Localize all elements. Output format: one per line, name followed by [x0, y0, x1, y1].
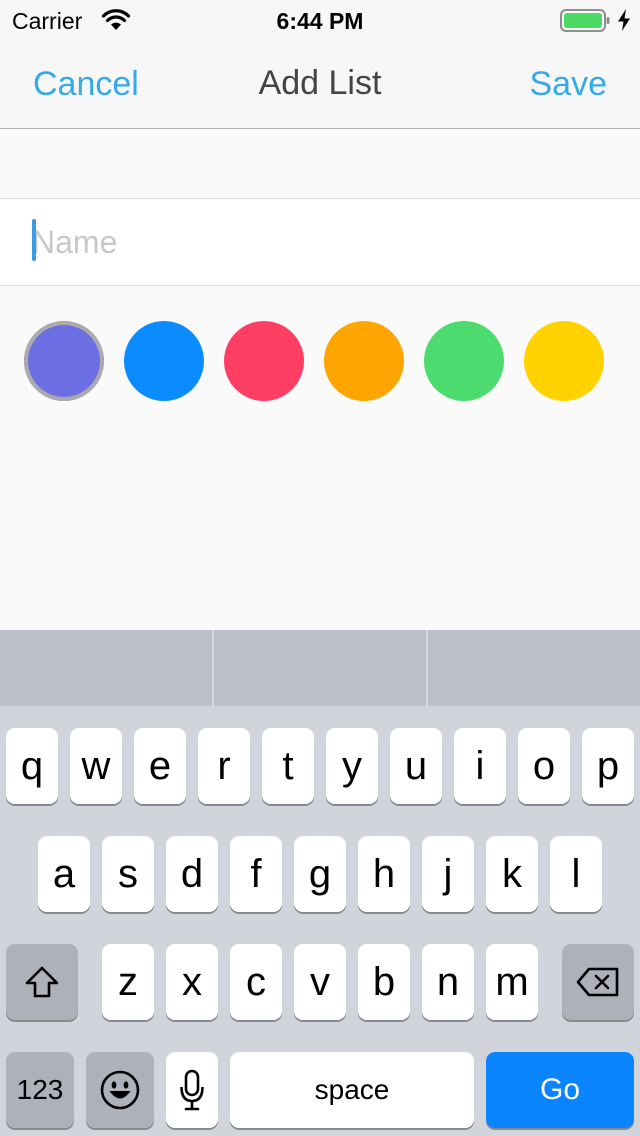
key-q[interactable]: q: [6, 728, 58, 804]
text-cursor: [32, 219, 36, 261]
numbers-key[interactable]: 123: [6, 1052, 74, 1128]
key-t[interactable]: t: [262, 728, 314, 804]
key-k[interactable]: k: [486, 836, 538, 912]
name-field-row: [0, 198, 640, 286]
key-b[interactable]: b: [358, 944, 410, 1020]
color-swatch-purple[interactable]: [24, 321, 104, 401]
predictive-text-bar: [0, 630, 640, 706]
key-z[interactable]: z: [102, 944, 154, 1020]
key-o[interactable]: o: [518, 728, 570, 804]
shift-key[interactable]: [6, 944, 78, 1020]
key-i[interactable]: i: [454, 728, 506, 804]
keyboard: qwertyuiop asdfghjkl zxcvbnm 123 space G…: [0, 706, 640, 1136]
emoji-icon: [100, 1070, 140, 1110]
microphone-key[interactable]: [166, 1052, 218, 1128]
status-bar: Carrier 6:44 PM: [0, 0, 640, 40]
key-s[interactable]: s: [102, 836, 154, 912]
space-key[interactable]: space: [230, 1052, 474, 1128]
key-d[interactable]: d: [166, 836, 218, 912]
key-r[interactable]: r: [198, 728, 250, 804]
color-swatch-red[interactable]: [224, 321, 304, 401]
navigation-bar: Cancel Add List Save: [0, 40, 640, 129]
color-swatch-yellow[interactable]: [524, 321, 604, 401]
key-j[interactable]: j: [422, 836, 474, 912]
microphone-icon: [180, 1069, 204, 1111]
key-c[interactable]: c: [230, 944, 282, 1020]
delete-key[interactable]: [562, 944, 634, 1020]
key-p[interactable]: p: [582, 728, 634, 804]
key-e[interactable]: e: [134, 728, 186, 804]
color-swatch-orange[interactable]: [324, 321, 404, 401]
key-g[interactable]: g: [294, 836, 346, 912]
key-f[interactable]: f: [230, 836, 282, 912]
charging-bolt-icon: [618, 9, 630, 31]
key-x[interactable]: x: [166, 944, 218, 1020]
emoji-key[interactable]: [86, 1052, 154, 1128]
key-u[interactable]: u: [390, 728, 442, 804]
key-v[interactable]: v: [294, 944, 346, 1020]
color-swatch-green[interactable]: [424, 321, 504, 401]
color-swatch-blue[interactable]: [124, 321, 204, 401]
key-n[interactable]: n: [422, 944, 474, 1020]
battery-icon: [560, 9, 610, 32]
go-key[interactable]: Go: [486, 1052, 634, 1128]
delete-icon: [576, 967, 619, 997]
key-a[interactable]: a: [38, 836, 90, 912]
key-w[interactable]: w: [70, 728, 122, 804]
key-l[interactable]: l: [550, 836, 602, 912]
name-input[interactable]: [32, 219, 612, 265]
key-h[interactable]: h: [358, 836, 410, 912]
status-time: 6:44 PM: [276, 8, 364, 34]
key-y[interactable]: y: [326, 728, 378, 804]
shift-icon: [25, 966, 59, 998]
suggestion-divider: [212, 630, 214, 706]
save-button[interactable]: Save: [530, 65, 608, 104]
key-m[interactable]: m: [486, 944, 538, 1020]
suggestion-divider: [426, 630, 428, 706]
